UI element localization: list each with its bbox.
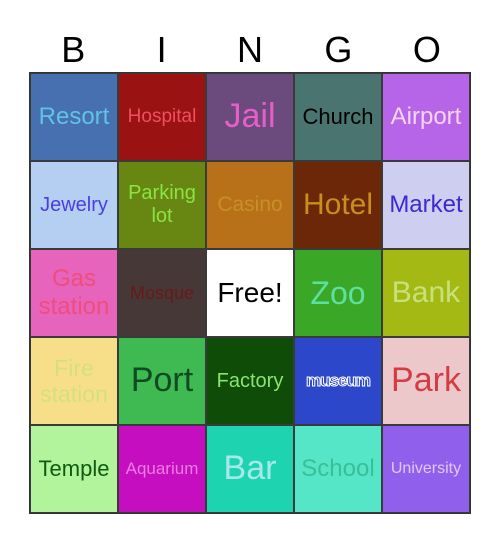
bingo-cell[interactable]: Airport bbox=[382, 73, 470, 161]
bingo-cell-label: Park bbox=[391, 361, 461, 400]
bingo-cell-label: University bbox=[390, 459, 462, 477]
bingo-cell-label: Bank bbox=[391, 275, 461, 309]
bingo-header: B I N G O bbox=[29, 28, 471, 72]
bingo-cell-label: Jail bbox=[224, 97, 276, 136]
bingo-cell-label: Gas station bbox=[38, 265, 110, 320]
bingo-cell[interactable]: Hotel bbox=[294, 161, 382, 249]
bingo-cell-label: Mosque bbox=[129, 282, 195, 303]
bingo-cell-label: Jewelry bbox=[40, 193, 108, 216]
bingo-cell[interactable]: Fire station bbox=[30, 337, 118, 425]
bingo-cell[interactable]: School bbox=[294, 425, 382, 513]
bingo-cell-label: Hospital bbox=[127, 106, 197, 128]
bingo-cell[interactable]: Aquarium bbox=[118, 425, 206, 513]
bingo-cell-label: Port bbox=[130, 361, 194, 400]
header-letter-o: O bbox=[412, 29, 441, 70]
bingo-cell[interactable]: Church bbox=[294, 73, 382, 161]
bingo-cell[interactable]: Park bbox=[382, 337, 470, 425]
bingo-cell-label: Resort bbox=[38, 103, 110, 131]
bingo-cell[interactable]: Free! bbox=[206, 249, 294, 337]
bingo-cell[interactable]: Casino bbox=[206, 161, 294, 249]
bingo-cell-label: School bbox=[301, 455, 375, 483]
bingo-cell[interactable]: Zoo bbox=[294, 249, 382, 337]
bingo-cell[interactable]: University bbox=[382, 425, 470, 513]
bingo-cell[interactable]: Bank bbox=[382, 249, 470, 337]
bingo-cell[interactable]: Hospital bbox=[118, 73, 206, 161]
bingo-cell[interactable]: Mosque bbox=[118, 249, 206, 337]
bingo-cell[interactable]: Jail bbox=[206, 73, 294, 161]
bingo-cell-label: Temple bbox=[38, 456, 110, 482]
bingo-cell-label: Airport bbox=[390, 103, 462, 131]
bingo-cell-label: Zoo bbox=[310, 274, 366, 311]
bingo-cell[interactable]: Factory bbox=[206, 337, 294, 425]
bingo-cell[interactable]: museum bbox=[294, 337, 382, 425]
header-letter-n: N bbox=[237, 29, 264, 70]
bingo-cell[interactable]: Gas station bbox=[30, 249, 118, 337]
bingo-cell-label: Factory bbox=[216, 369, 284, 392]
bingo-cell-label: museum bbox=[306, 371, 372, 391]
header-letter-g: G bbox=[324, 29, 353, 70]
bingo-cell-label: Bar bbox=[223, 449, 277, 488]
bingo-cell-label: Church bbox=[302, 104, 374, 130]
bingo-cell[interactable]: Port bbox=[118, 337, 206, 425]
bingo-cell-label: Aquarium bbox=[125, 459, 199, 479]
bingo-cell-label: Market bbox=[389, 191, 463, 219]
bingo-cell-label: Free! bbox=[217, 276, 283, 308]
bingo-cell[interactable]: Jewelry bbox=[30, 161, 118, 249]
bingo-cell[interactable]: Market bbox=[382, 161, 470, 249]
header-letter-b: B bbox=[61, 29, 86, 70]
bingo-cell[interactable]: Parking lot bbox=[118, 161, 206, 249]
bingo-cell-label: Fire station bbox=[40, 354, 108, 407]
bingo-cell-label: Hotel bbox=[302, 187, 374, 221]
bingo-cell-label: Parking lot bbox=[128, 182, 196, 227]
bingo-cell-label: Casino bbox=[217, 192, 283, 216]
bingo-cell[interactable]: Bar bbox=[206, 425, 294, 513]
bingo-cell[interactable]: Temple bbox=[30, 425, 118, 513]
header-letter-i: I bbox=[156, 29, 167, 70]
bingo-card: Resort Hospital Jail Church Airport Jewelry Pa… bbox=[29, 72, 471, 514]
bingo-cell[interactable]: Resort bbox=[30, 73, 118, 161]
